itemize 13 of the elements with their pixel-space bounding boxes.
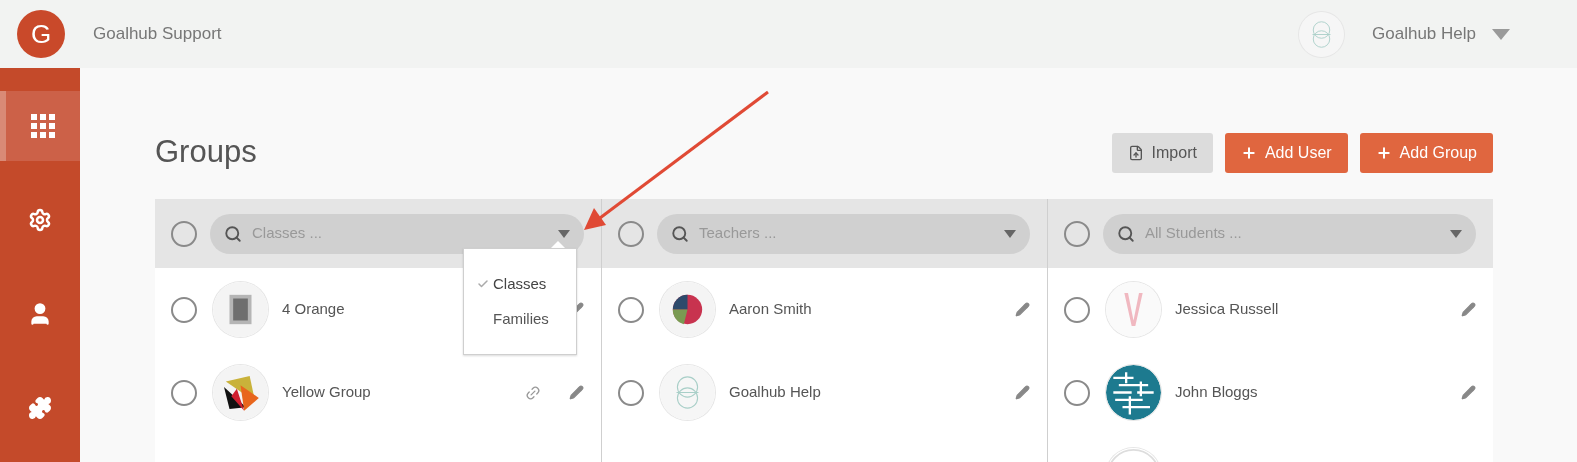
- page-title: Groups: [155, 133, 257, 172]
- member-name[interactable]: John Bloggs: [1175, 381, 1258, 404]
- user-name[interactable]: Goalhub Help: [1372, 21, 1476, 47]
- member-name[interactable]: Goalhub Help: [729, 381, 821, 404]
- logo[interactable]: G: [17, 10, 65, 58]
- member-name[interactable]: 4 Orange: [282, 298, 345, 321]
- member-name[interactable]: Yellow Group: [282, 381, 371, 404]
- import-button[interactable]: Import: [1111, 132, 1213, 173]
- menu-item[interactable]: Families: [464, 307, 576, 330]
- member-name[interactable]: Aaron Smith: [729, 298, 812, 321]
- menu-item[interactable]: Classes: [464, 273, 576, 296]
- member-name[interactable]: Jessica Russell: [1175, 298, 1279, 321]
- app-title: Goalhub Support: [93, 23, 222, 46]
